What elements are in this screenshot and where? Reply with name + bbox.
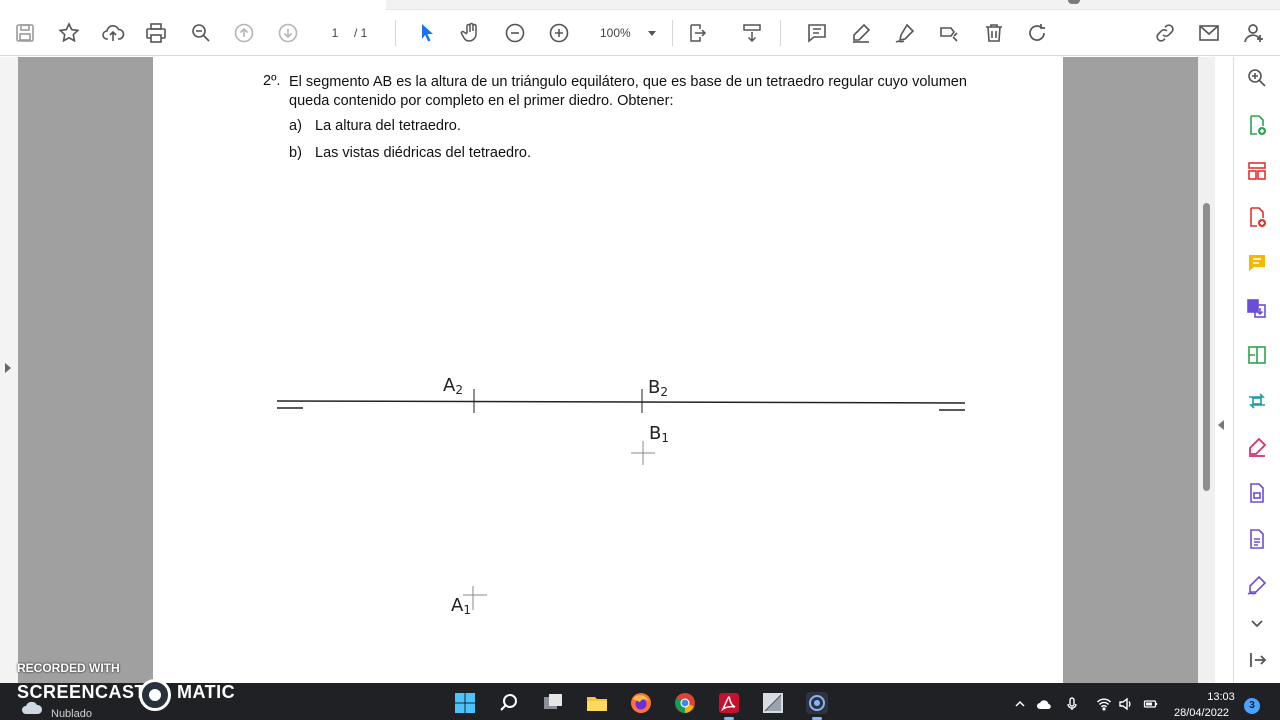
clock-time[interactable]: 13:03 [1206,691,1236,703]
acrobat-icon[interactable] [714,688,744,720]
browser-tab-strip [0,0,1280,10]
print-icon[interactable] [141,18,171,48]
toolbar-divider [780,20,781,46]
sign-icon[interactable] [890,18,920,48]
collapse-rail-arrow-icon[interactable] [1218,420,1224,430]
watermark-recorded-with: RECORDED WITH [17,661,120,675]
save-icon[interactable] [10,18,40,48]
redact-icon[interactable] [934,18,964,48]
toolbar-divider [395,20,396,46]
zoom-search-icon[interactable] [1244,65,1270,91]
zoom-out-icon[interactable] [500,18,530,48]
pdf-file-icon[interactable] [1244,526,1270,552]
select-arrow-icon[interactable] [412,18,442,48]
weather-status[interactable]: Nublado [51,708,92,720]
page-total-label: / 1 [354,26,368,40]
zoom-level-select[interactable]: 100% [588,22,662,44]
more-tools-icon[interactable] [1244,572,1270,598]
firefox-icon[interactable] [626,688,656,718]
share-link-icon[interactable] [1150,18,1180,48]
scrollbar-thumb[interactable] [1203,203,1210,491]
label-b2: B2 [648,377,668,399]
label-b1: B1 [649,423,669,445]
notification-badge[interactable]: 3 [1244,698,1260,714]
export-pdf-icon[interactable] [1244,112,1270,138]
toolbar-divider [672,20,673,46]
comment-icon[interactable] [1244,250,1270,276]
weather-cloud-icon[interactable] [20,699,44,715]
screencast-logo-icon [139,679,171,711]
ground-line [276,400,966,404]
edit-pdf-icon[interactable] [1244,342,1270,368]
pdf-toolbar: 1 / 1 100% [0,10,1280,56]
task-view-icon[interactable] [538,688,568,718]
hand-pan-icon[interactable] [456,18,486,48]
collapse-rail-icon[interactable] [1244,647,1270,673]
account-icon[interactable] [1239,18,1269,48]
upload-cloud-icon[interactable] [98,18,128,48]
delete-icon[interactable] [979,18,1009,48]
protect-icon[interactable] [1244,480,1270,506]
expand-icon[interactable] [1244,610,1270,636]
search-icon[interactable] [494,688,524,718]
fill-sign-icon[interactable] [1244,434,1270,460]
comment-icon[interactable] [802,18,832,48]
speaker-icon[interactable] [1117,695,1135,713]
pdf-page: 2º. El segmento AB es la altura de un tr… [153,57,1063,683]
create-pdf-icon[interactable] [1244,204,1270,230]
email-icon[interactable] [1194,18,1224,48]
bookmark-star-icon[interactable] [54,18,84,48]
dihedral-drawing [276,389,966,610]
page-up-icon[interactable] [229,18,259,48]
label-a1: A1 [451,595,471,617]
highlight-pen-icon[interactable] [846,18,876,48]
cloud-icon[interactable] [1035,695,1053,713]
battery-icon[interactable] [1142,695,1160,713]
clock-date[interactable]: 28/04/2022 [1174,707,1229,719]
chrome-icon[interactable] [670,688,700,718]
zoom-search-icon[interactable] [186,18,216,48]
fit-page-icon[interactable] [683,18,713,48]
wifi-icon[interactable] [1095,695,1113,713]
tools-rail [1233,57,1280,683]
convert-icon[interactable] [1244,388,1270,414]
scroll-mode-icon[interactable] [737,18,767,48]
file-explorer-icon[interactable] [582,688,612,718]
combine-files-icon[interactable] [1244,296,1270,322]
document-viewer[interactable]: 2º. El segmento AB es la altura de un tr… [0,57,1224,683]
left-panel-toggle[interactable] [0,57,18,683]
profile-dot[interactable] [1068,0,1080,4]
page-down-icon[interactable] [273,18,303,48]
zoom-in-icon[interactable] [544,18,574,48]
screencast-app-icon[interactable] [802,688,832,720]
rotate-icon[interactable] [1022,18,1052,48]
page-number-input[interactable]: 1 [318,23,352,43]
vertical-scrollbar[interactable] [1198,57,1215,683]
organize-pages-icon[interactable] [1244,158,1270,184]
active-tab[interactable] [0,0,386,10]
expand-left-icon [5,363,11,373]
windows-start-icon[interactable] [450,688,480,718]
zoom-level-value: 100% [600,26,631,40]
microphone-icon[interactable] [1063,695,1081,713]
label-a2: A2 [443,375,463,397]
chevron-up-icon[interactable] [1011,695,1029,713]
geometry-app-icon[interactable] [758,688,788,718]
chevron-down-icon [648,31,656,36]
watermark-brand-right: MATIC [177,682,236,702]
